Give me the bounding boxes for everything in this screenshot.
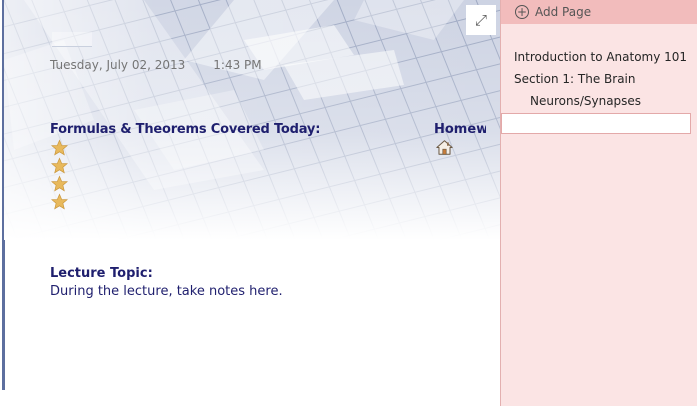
page-item-neurons[interactable]: Neurons/Synapses (501, 90, 697, 112)
page-date-time: Tuesday, July 02, 2013 1:43 PM (50, 58, 262, 72)
star-icon (51, 139, 68, 156)
page-date: Tuesday, July 02, 2013 (50, 58, 186, 72)
homework-heading[interactable]: Homework (434, 122, 486, 137)
page-list: Introduction to Anatomy 101 Section 1: T… (501, 24, 697, 134)
new-page-input[interactable] (501, 113, 691, 134)
lecture-topic-heading[interactable]: Lecture Topic: (50, 266, 153, 281)
page-list-pane: + Add Page Introduction to Anatomy 101 S… (500, 0, 697, 406)
page-title[interactable] (52, 32, 92, 47)
star-icon (51, 175, 68, 192)
page-item-section-1[interactable]: Section 1: The Brain (501, 68, 697, 90)
star-list[interactable] (51, 139, 68, 211)
page-item-introduction[interactable]: Introduction to Anatomy 101 (501, 46, 697, 68)
star-icon (51, 193, 68, 210)
add-circle-icon: + (515, 5, 529, 19)
expand-icon[interactable]: ⤢ (466, 5, 496, 35)
add-page-label: Add Page (535, 5, 592, 19)
house-icon (436, 140, 453, 155)
page-time: 1:43 PM (213, 58, 262, 72)
star-icon (51, 157, 68, 174)
lecture-notes-text[interactable]: During the lecture, take notes here. (50, 284, 283, 299)
note-canvas[interactable]: ⤢ Tuesday, July 02, 2013 1:43 PM Formulas… (0, 0, 500, 406)
add-page-button[interactable]: + Add Page (501, 0, 697, 24)
formulas-heading[interactable]: Formulas & Theorems Covered Today: (50, 122, 320, 137)
